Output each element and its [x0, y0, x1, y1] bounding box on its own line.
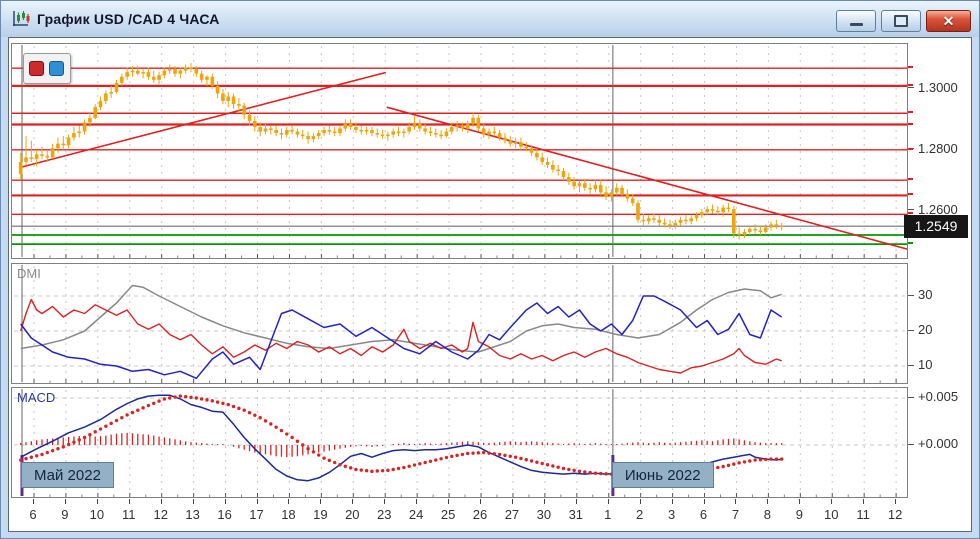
minimize-icon: [850, 23, 863, 26]
price-chart-panel[interactable]: [11, 43, 908, 259]
chart-window: График USD /CAD 4 ЧАСА ✕ DMI MACD 1.3000…: [0, 0, 980, 539]
x-axis-label: 31: [560, 507, 592, 522]
close-icon: ✕: [943, 14, 955, 28]
x-axis-label: 12: [145, 507, 177, 522]
x-axis-tick: [640, 499, 641, 504]
level-tick: [908, 66, 913, 68]
price-axis-tick: [908, 87, 914, 88]
level-tick: [908, 148, 913, 150]
x-axis-label: 12: [879, 507, 911, 522]
x-axis-tick: [480, 499, 481, 504]
level-tick: [908, 242, 913, 244]
dmi-axis-label: 20: [918, 322, 932, 337]
x-axis-label: 3: [656, 507, 688, 522]
x-axis-label: 1: [592, 507, 624, 522]
x-axis-tick: [352, 499, 353, 504]
x-axis-tick: [799, 499, 800, 504]
macd-axis-tick: [908, 397, 914, 398]
x-axis-label: 26: [464, 507, 496, 522]
x-axis-label: 19: [304, 507, 336, 522]
x-axis-tick: [416, 499, 417, 504]
x-axis-label: 11: [113, 507, 145, 522]
blue-marker-button[interactable]: [49, 61, 64, 76]
x-axis-tick: [831, 499, 832, 504]
x-axis-tick: [735, 499, 736, 504]
level-tick: [908, 123, 913, 125]
x-axis-label: 24: [400, 507, 432, 522]
month-label: Июнь 2022: [612, 462, 714, 488]
level-tick: [908, 178, 913, 180]
x-axis-tick: [704, 499, 705, 504]
x-axis-label: 7: [719, 507, 751, 522]
level-tick: [908, 193, 913, 195]
x-axis-label: 25: [432, 507, 464, 522]
x-axis-label: 9: [783, 507, 815, 522]
x-axis-tick: [512, 499, 513, 504]
x-axis-label: 20: [336, 507, 368, 522]
maximize-button[interactable]: [881, 10, 921, 32]
dmi-axis-tick: [908, 365, 914, 366]
x-axis-tick: [384, 499, 385, 504]
dmi-indicator-panel[interactable]: [11, 263, 908, 384]
x-axis-label: 8: [751, 507, 783, 522]
x-axis-label: 30: [528, 507, 560, 522]
marker-toolbox: [23, 53, 71, 84]
x-axis-label: 13: [177, 507, 209, 522]
x-axis-label: 2: [624, 507, 656, 522]
red-marker-button[interactable]: [29, 61, 44, 76]
dmi-axis-tick: [908, 330, 914, 331]
close-button[interactable]: ✕: [926, 10, 971, 32]
x-axis-tick: [320, 499, 321, 504]
level-tick: [908, 212, 913, 214]
x-axis-tick: [225, 499, 226, 504]
x-axis-tick: [544, 499, 545, 504]
x-axis-tick: [863, 499, 864, 504]
window-title: График USD /CAD 4 ЧАСА: [37, 11, 220, 27]
dmi-axis-tick: [908, 295, 914, 296]
x-axis-label: 10: [815, 507, 847, 522]
price-axis-tick: [908, 209, 914, 210]
x-axis-label: 27: [496, 507, 528, 522]
candlestick-chart-icon: [11, 9, 31, 29]
minimize-button[interactable]: [836, 10, 876, 32]
x-axis-tick: [895, 499, 896, 504]
current-price-tag: 1.2549: [904, 215, 968, 238]
x-axis-label: 6: [688, 507, 720, 522]
x-axis-label: 11: [847, 507, 879, 522]
x-axis-label: 9: [49, 507, 81, 522]
x-axis-tick: [257, 499, 258, 504]
x-axis-tick: [448, 499, 449, 504]
x-axis-label: 6: [17, 507, 49, 522]
x-axis-tick: [97, 499, 98, 504]
price-axis-label: 1.3000: [918, 80, 958, 95]
x-axis-tick: [288, 499, 289, 504]
macd-axis-label: +0.005: [918, 389, 958, 404]
macd-axis-label: +0.000: [918, 436, 958, 451]
x-axis-tick: [193, 499, 194, 504]
month-label: Май 2022: [21, 462, 114, 488]
level-tick: [908, 111, 913, 113]
x-axis-label: 18: [272, 507, 304, 522]
x-axis-tick: [129, 499, 130, 504]
x-axis-label: 10: [81, 507, 113, 522]
price-axis-label: 1.2800: [918, 141, 958, 156]
x-axis-tick: [161, 499, 162, 504]
x-axis-tick: [672, 499, 673, 504]
x-axis-tick: [65, 499, 66, 504]
macd-axis-tick: [908, 444, 914, 445]
x-axis-tick: [33, 499, 34, 504]
x-axis-tick: [608, 499, 609, 504]
x-axis-tick: [576, 499, 577, 504]
maximize-icon: [894, 15, 908, 27]
x-axis-label: 23: [368, 507, 400, 522]
dmi-axis-label: 10: [918, 357, 932, 372]
level-tick: [908, 84, 913, 86]
dmi-axis-label: 30: [918, 287, 932, 302]
x-axis-label: 17: [241, 507, 273, 522]
x-axis-tick: [767, 499, 768, 504]
title-bar[interactable]: График USD /CAD 4 ЧАСА ✕: [1, 1, 979, 37]
macd-indicator-panel[interactable]: [11, 387, 908, 498]
x-axis-label: 16: [209, 507, 241, 522]
